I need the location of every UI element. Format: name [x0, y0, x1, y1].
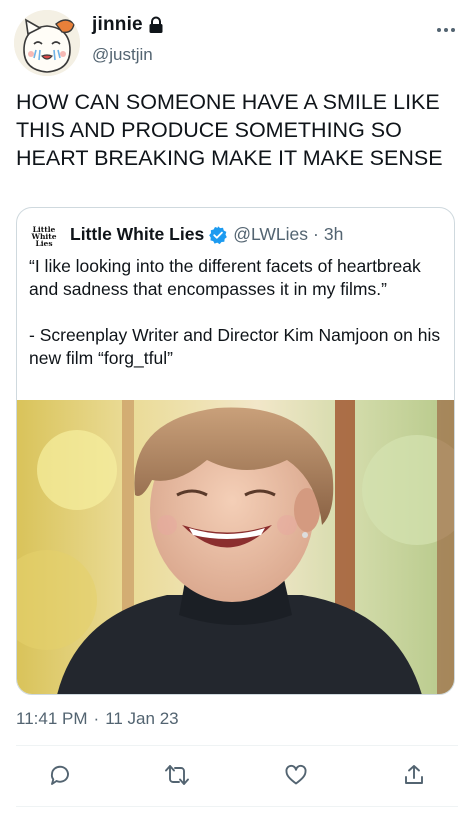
timestamp-date: 11 Jan 23 — [105, 709, 179, 728]
quoted-separator: · — [313, 224, 319, 244]
tweet-timestamp[interactable]: 11:41 PM · 11 Jan 23 — [16, 709, 179, 729]
like-button[interactable] — [279, 758, 313, 792]
lock-icon — [149, 16, 163, 33]
author-name-row[interactable]: jinnie — [92, 14, 164, 36]
author-display-name[interactable]: jinnie — [92, 14, 143, 36]
retweet-button[interactable] — [160, 758, 194, 792]
heart-icon — [285, 764, 307, 785]
tweet-actions-bar — [0, 758, 474, 792]
bottom-divider — [16, 806, 458, 807]
reply-button[interactable] — [43, 758, 77, 792]
author-avatar[interactable] — [14, 10, 80, 76]
quoted-author-name[interactable]: Little White Lies — [70, 224, 204, 245]
quoted-tweet-card[interactable]: Little White Lies Little White Lies @LWL… — [16, 207, 455, 695]
verified-badge-icon — [209, 225, 228, 244]
share-button[interactable] — [397, 758, 431, 792]
quoted-tweet-header: Little White Lies @LWLies · 3h — [70, 224, 343, 245]
quoted-time[interactable]: 3h — [324, 224, 343, 245]
quoted-avatar-line-3: Lies — [35, 238, 53, 248]
photo-smiling-man-image — [17, 400, 454, 694]
tweet-text: HOW CAN SOMEONE HAVE A SMILE LIKE THIS A… — [16, 90, 443, 170]
quoted-author-handle[interactable]: @LWLies — [233, 224, 308, 245]
quoted-author-avatar[interactable]: Little White Lies — [29, 221, 59, 251]
timestamp-separator: · — [93, 709, 100, 728]
timestamp-time: 11:41 PM — [16, 709, 88, 728]
more-options-icon[interactable] — [434, 18, 458, 42]
quoted-paragraph-2: - Screenplay Writer and Director Kim Nam… — [29, 325, 441, 368]
reply-icon — [50, 765, 69, 785]
cartoon-cat-avatar-icon — [14, 10, 80, 76]
author-handle[interactable]: @justjin — [92, 45, 153, 65]
quoted-tweet-photo[interactable] — [17, 400, 454, 694]
divider — [16, 745, 458, 746]
share-icon — [405, 765, 423, 784]
quoted-paragraph-1: “I like looking into the different facet… — [29, 256, 421, 299]
quoted-tweet-text: “I like looking into the different facet… — [29, 255, 441, 370]
retweet-icon — [165, 765, 189, 785]
